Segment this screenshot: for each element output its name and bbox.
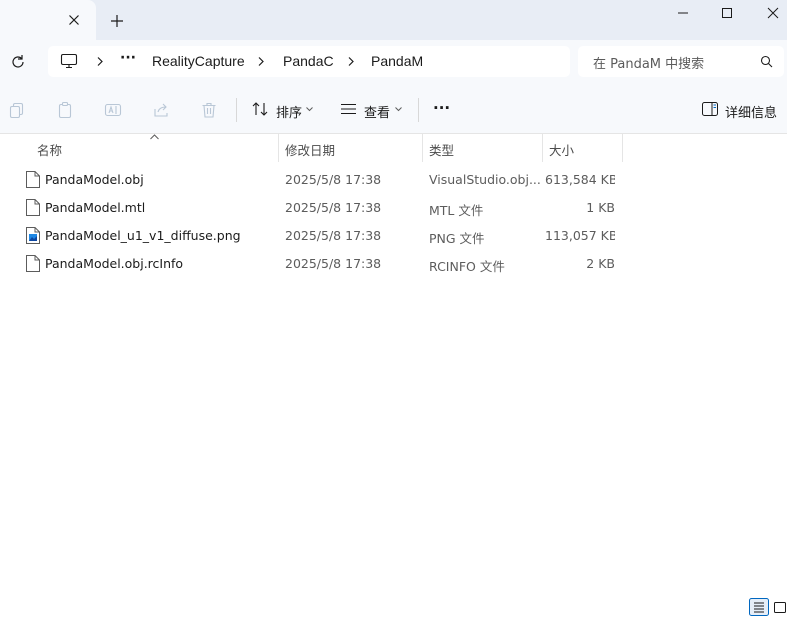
file-date: 2025/5/8 17:38 [285,172,382,187]
details-pane-icon [702,102,718,116]
file-size: 113,057 KB [545,228,615,243]
paste-icon[interactable] [56,101,74,119]
column-header-date[interactable]: 修改日期 [277,134,421,162]
file-icon [26,255,40,272]
file-size: 613,584 KB [545,172,615,187]
column-header-type[interactable]: 类型 [421,134,541,162]
details-label: 详细信息 [725,106,778,121]
toolbar-divider [418,98,419,122]
sort-icon [252,102,268,116]
chevron-right-icon[interactable] [256,56,266,67]
details-pane-button[interactable]: 详细信息 [702,99,782,121]
chevron-right-icon[interactable] [346,56,356,67]
delete-icon[interactable] [200,101,218,119]
navigation-bar: ··· RealityCapture PandaC PandaM 在 Panda… [0,40,787,86]
file-size: 1 KB [586,200,615,215]
command-bar: 排序 查看 ··· 详细信息 [0,86,787,134]
file-type: MTL 文件 [429,203,484,218]
file-date: 2025/5/8 17:38 [285,200,382,215]
more-options-button[interactable]: ··· [433,99,450,121]
toolbar-divider [236,98,237,122]
breadcrumb-pandam[interactable]: PandaM [371,53,423,69]
sort-button[interactable]: 排序 [252,99,314,121]
column-name-label: 名称 [37,143,63,158]
status-bar [0,598,787,617]
image-file-icon [26,227,40,244]
details-view-icon[interactable] [749,598,769,616]
column-header-name[interactable]: 名称 [29,134,277,162]
file-type: PNG 文件 [429,231,485,246]
title-bar [0,0,787,40]
file-date: 2025/5/8 17:38 [285,228,382,243]
breadcrumb-realitycapture[interactable]: RealityCapture [152,53,245,69]
file-size: 2 KB [586,256,615,271]
new-tab-icon[interactable] [108,12,126,30]
copy-icon[interactable] [8,101,26,119]
search-input[interactable]: 在 PandaM 中搜索 [593,53,704,72]
maximize-icon[interactable] [716,4,738,22]
file-type: VisualStudio.obj.... [429,172,541,187]
view-icon [341,103,356,115]
chevron-down-icon [395,107,402,112]
search-box[interactable]: 在 PandaM 中搜索 [578,46,784,77]
sort-label: 排序 [276,106,303,121]
refresh-icon[interactable] [8,52,28,72]
file-row[interactable]: PandaModel.obj 2025/5/8 17:38 VisualStud… [18,166,630,194]
this-pc-icon[interactable] [60,53,78,69]
tab-pandam[interactable] [0,0,96,40]
view-label: 查看 [364,106,391,121]
large-icons-view-icon[interactable] [772,598,787,616]
breadcrumb-overflow[interactable]: ··· [120,50,136,66]
rename-icon[interactable] [104,101,122,119]
close-tab-icon[interactable] [66,12,82,28]
breadcrumb-pandac[interactable]: PandaC [283,53,334,69]
column-divider[interactable] [622,134,623,162]
file-name: PandaModel.obj [45,172,144,187]
address-bar[interactable]: ··· RealityCapture PandaC PandaM [48,46,570,77]
chevron-right-icon[interactable] [95,56,105,67]
chevron-down-icon [306,107,313,112]
file-icon [26,171,40,188]
file-date: 2025/5/8 17:38 [285,256,382,271]
file-name: PandaModel.mtl [45,200,146,215]
file-type: RCINFO 文件 [429,259,505,274]
file-name: PandaModel_u1_v1_diffuse.png [45,228,241,243]
column-type-label: 类型 [429,143,455,158]
search-icon[interactable] [760,55,773,68]
file-row[interactable]: PandaModel_u1_v1_diffuse.png 2025/5/8 17… [18,222,630,250]
column-header-size[interactable]: 大小 [541,134,621,162]
file-row[interactable]: PandaModel.mtl 2025/5/8 17:38 MTL 文件 1 K… [18,194,630,222]
column-date-label: 修改日期 [285,143,336,158]
file-list: 名称 修改日期 类型 大小 PandaModel.obj 2025/5/8 17… [0,134,787,598]
column-size-label: 大小 [549,143,575,158]
file-name: PandaModel.obj.rcInfo [45,256,184,271]
file-row[interactable]: PandaModel.obj.rcInfo 2025/5/8 17:38 RCI… [18,250,630,278]
share-icon[interactable] [152,101,170,119]
close-window-icon[interactable] [762,4,784,22]
view-button[interactable]: 查看 [340,99,404,121]
minimize-icon[interactable] [672,4,694,22]
file-icon [26,199,40,216]
